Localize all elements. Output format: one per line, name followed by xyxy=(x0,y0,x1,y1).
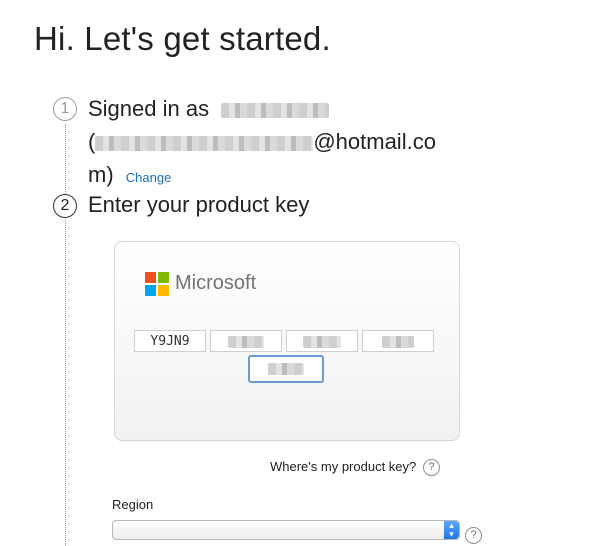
microsoft-brand-text: Microsoft xyxy=(175,272,257,294)
email-domain-wrap: m) xyxy=(88,162,114,187)
logo-square-green xyxy=(158,272,169,283)
step-1-line-1: Signed in as xyxy=(88,92,330,126)
page-title: Hi. Let's get started. xyxy=(34,20,331,57)
microsoft-logo-icon xyxy=(145,272,169,296)
product-key-segment-5[interactable] xyxy=(248,355,324,383)
change-account-link[interactable]: Change xyxy=(126,170,172,185)
help-icon[interactable]: ? xyxy=(422,459,440,477)
region-select[interactable]: ▴ ▾ xyxy=(112,520,460,540)
redacted-user-name xyxy=(221,102,330,118)
step-2-label: Enter your product key xyxy=(88,192,310,217)
steps-connector xyxy=(65,124,66,546)
region-help-icon[interactable]: ? xyxy=(465,527,482,544)
product-key-segment-4[interactable] xyxy=(362,330,434,352)
email-domain: @hotmail.co xyxy=(313,129,436,154)
open-paren: ( xyxy=(88,129,96,154)
logo-square-blue xyxy=(145,285,156,296)
product-key-segment-1[interactable]: Y9JN9 xyxy=(134,330,206,352)
logo-square-red xyxy=(145,272,156,283)
step-2-number: 2 xyxy=(53,194,77,218)
product-key-segment-2[interactable] xyxy=(210,330,282,352)
where-product-key-link[interactable]: Where's my product key? ? xyxy=(270,459,440,477)
step-1-line-2: ( @hotmail.co xyxy=(88,125,436,159)
signed-in-label: Signed in as xyxy=(88,96,210,121)
product-key-segment-3[interactable] xyxy=(286,330,358,352)
select-arrows-icon: ▴ ▾ xyxy=(444,521,459,539)
product-key-card: Microsoft Y9JN9 xyxy=(114,241,460,441)
logo-square-yellow xyxy=(158,285,169,296)
region-label: Region xyxy=(112,497,154,512)
redacted-email xyxy=(95,135,314,151)
step-1-number: 1 xyxy=(53,97,77,121)
where-product-key-label: Where's my product key? xyxy=(270,459,417,474)
